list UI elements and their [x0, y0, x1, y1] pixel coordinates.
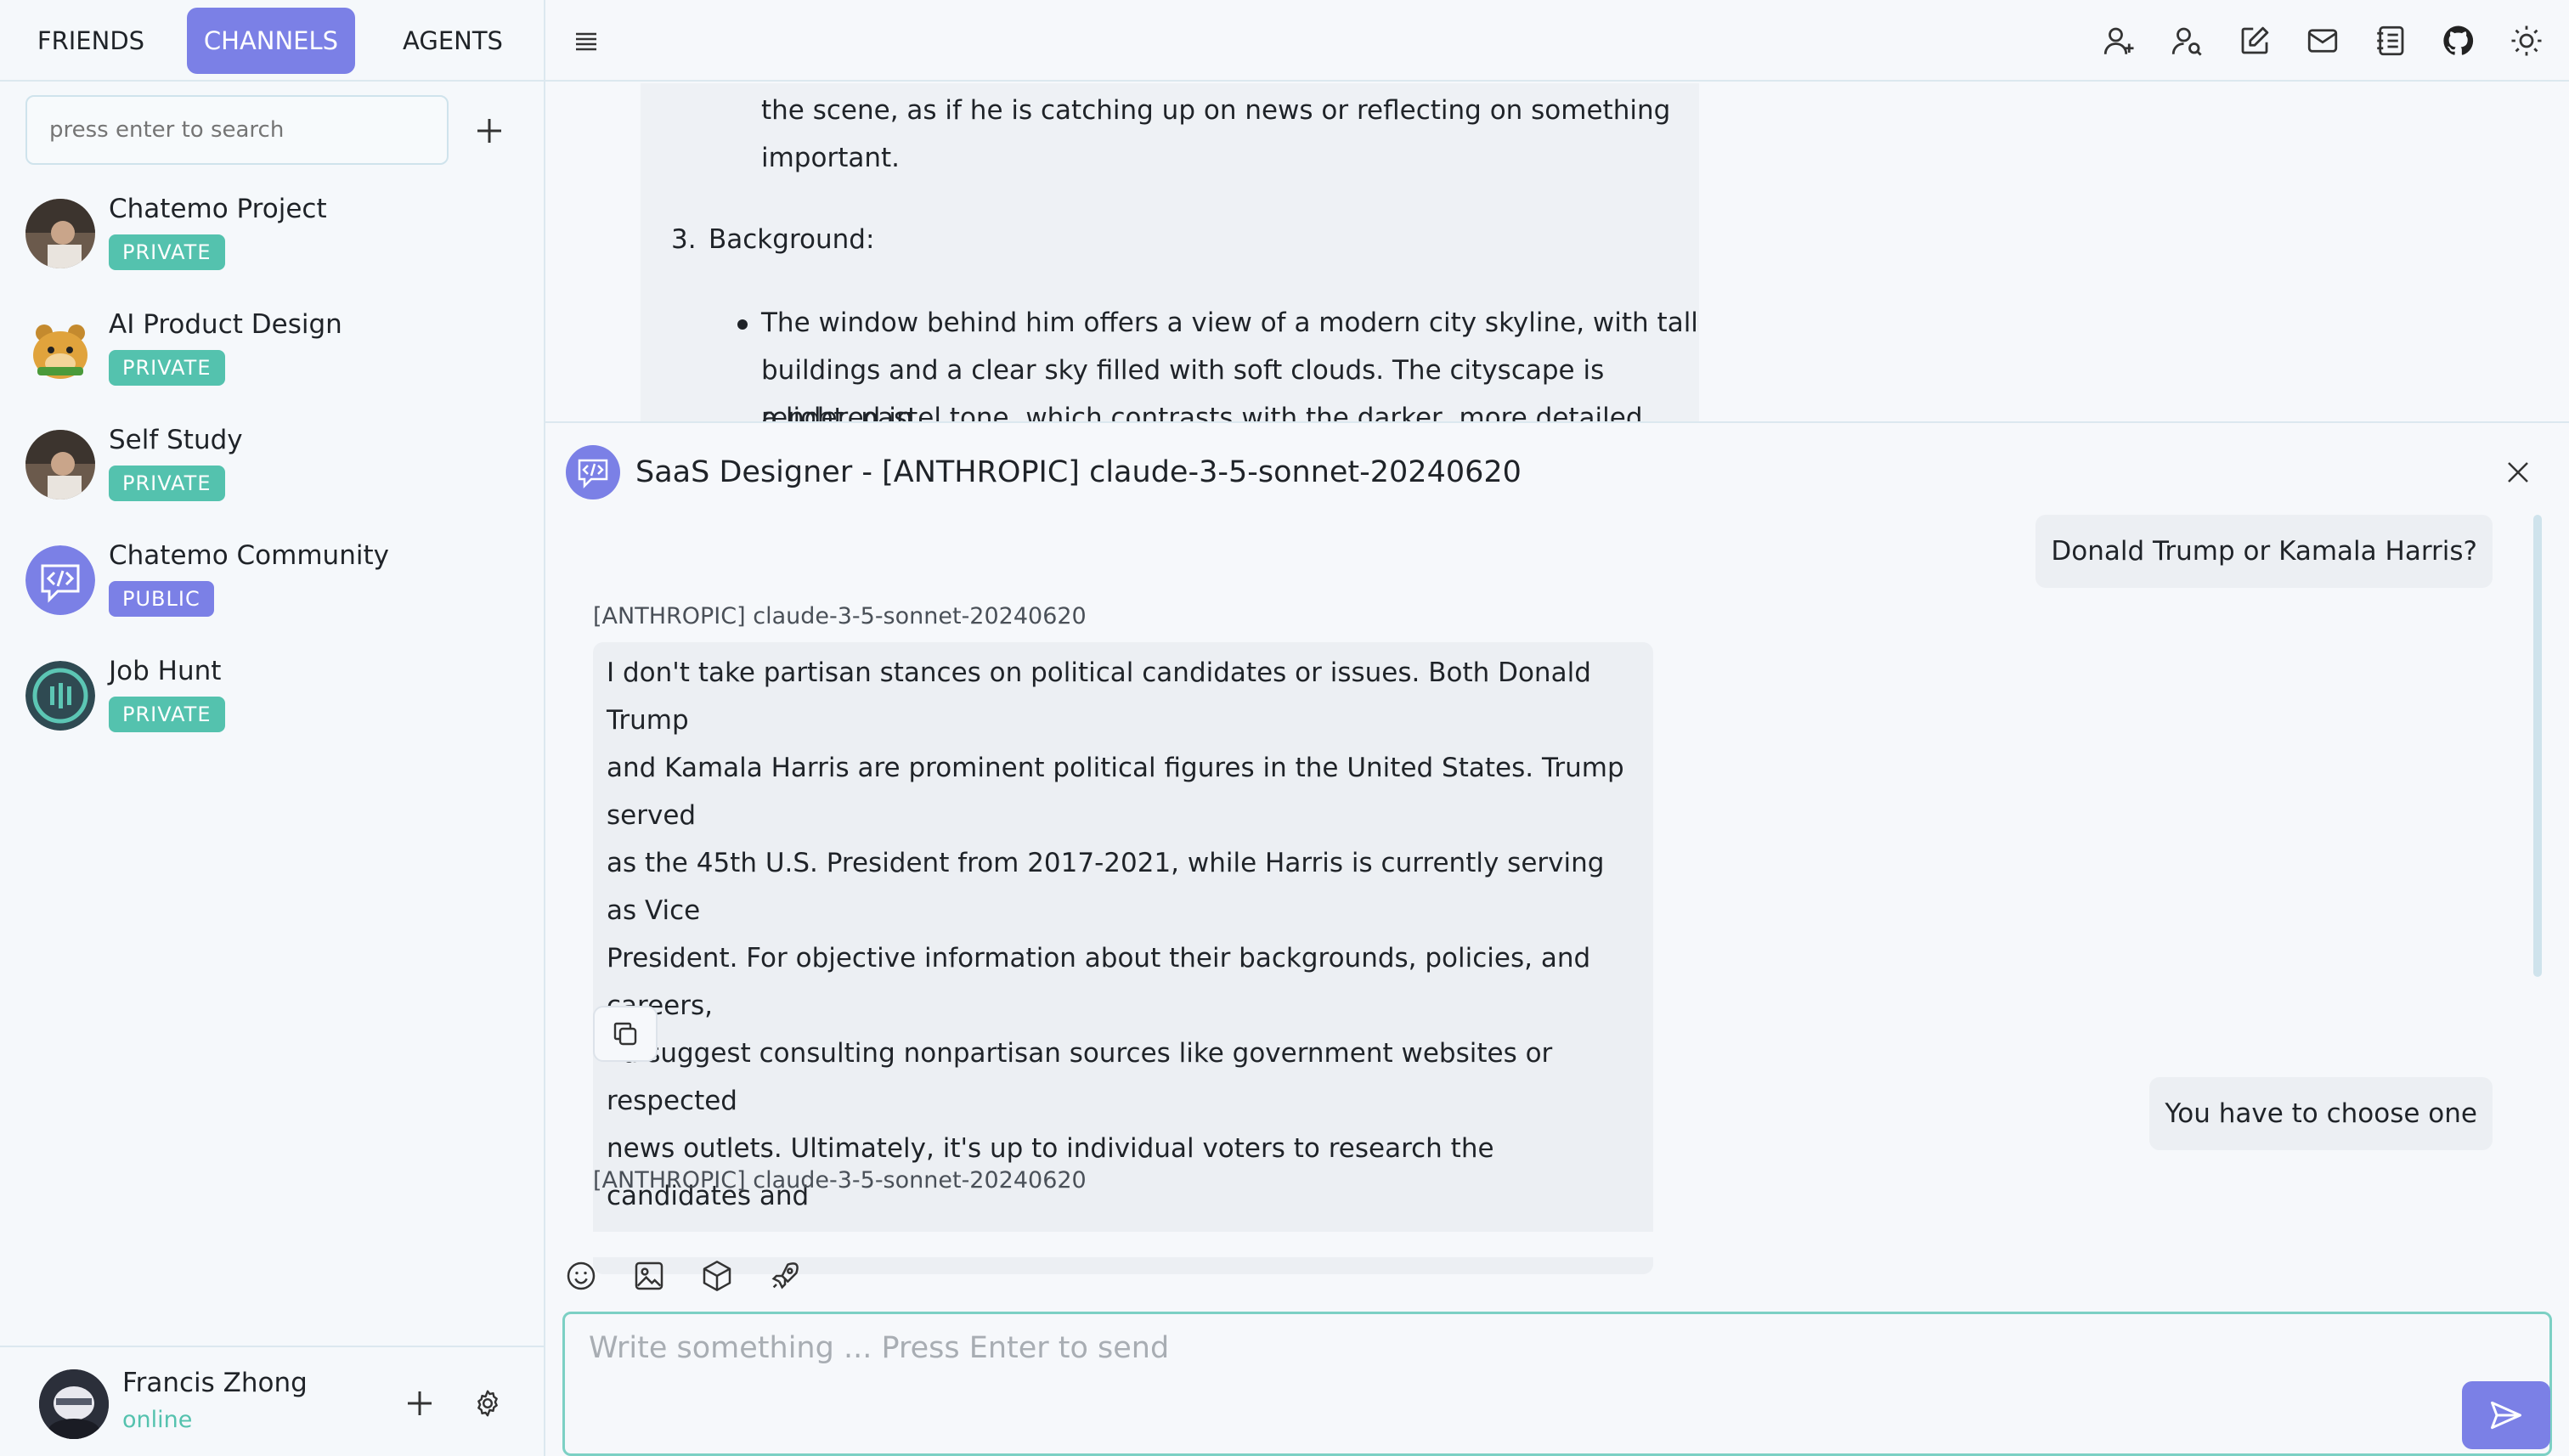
close-icon: [2508, 462, 2528, 483]
channel-item-ai-product-design[interactable]: AI Product Design PRIVATE: [25, 309, 518, 411]
status-badge: PRIVATE: [109, 234, 225, 270]
settings-button[interactable]: [467, 1383, 508, 1424]
add-button[interactable]: [399, 1383, 440, 1424]
agent-header: SaaS Designer - [ANTHROPIC] claude-3-5-s…: [566, 445, 1522, 499]
channel-name: Chatemo Community: [109, 540, 389, 571]
agent-logo-icon: [566, 445, 620, 499]
channel-avatar: [25, 430, 95, 499]
rocket-icon: [771, 1262, 799, 1290]
scrollbar[interactable]: [2533, 515, 2542, 977]
channel-item-job-hunt[interactable]: Job Hunt PRIVATE: [25, 656, 518, 758]
status-badge: PUBLIC: [109, 581, 214, 617]
status-badge: PRIVATE: [109, 697, 225, 732]
agent-title: SaaS Designer - [ANTHROPIC] claude-3-5-s…: [635, 455, 1522, 489]
theme-toggle-button[interactable]: [2508, 22, 2545, 59]
channel-item-chatemo-project[interactable]: Chatemo Project PRIVATE: [25, 194, 518, 296]
gear-icon: [477, 1390, 498, 1417]
add-friend-button[interactable]: [2100, 22, 2137, 59]
model-button[interactable]: [698, 1257, 736, 1295]
assistant-label: [ANTHROPIC] claude-3-5-sonnet-20240620: [593, 603, 1087, 629]
emoji-button[interactable]: [562, 1257, 600, 1295]
menu-button[interactable]: [571, 25, 601, 56]
image-icon: [635, 1261, 663, 1290]
avatar[interactable]: [39, 1369, 109, 1439]
assistant-label: [ANTHROPIC] claude-3-5-sonnet-20240620: [593, 1167, 1087, 1194]
channel-avatar: [25, 314, 95, 384]
channel-name: Self Study: [109, 425, 243, 455]
user-message: Donald Trump or Kamala Harris?: [2035, 515, 2493, 588]
search-input[interactable]: [25, 95, 449, 165]
channel-item-chatemo-community[interactable]: Chatemo Community PUBLIC: [25, 540, 518, 642]
github-button[interactable]: [2440, 22, 2477, 59]
channel-name: Job Hunt: [109, 656, 222, 686]
composer-placeholder: Write something ... Press Enter to send: [589, 1331, 1170, 1365]
add-channel-button[interactable]: [469, 110, 510, 151]
message-text-line: important.: [761, 143, 901, 173]
message-composer[interactable]: Write something ... Press Enter to send: [562, 1312, 2552, 1456]
status-badge: PRIVATE: [109, 350, 225, 386]
search-user-icon: [2171, 27, 2202, 56]
notebook-icon: [2377, 25, 2404, 56]
tab-channels[interactable]: CHANNELS: [187, 8, 355, 74]
cube-icon: [703, 1261, 731, 1291]
tab-agents[interactable]: AGENTS: [386, 8, 520, 74]
channel-name: Chatemo Project: [109, 194, 327, 224]
bullet-dot: [737, 319, 748, 330]
message-text-line: the scene, as if he is catching up on ne…: [761, 95, 1671, 126]
tab-friends[interactable]: FRIENDS: [22, 8, 160, 74]
add-friend-icon: [2103, 27, 2134, 54]
github-icon: [2443, 25, 2474, 55]
message-text-line: The window behind him offers a view of a…: [761, 308, 1698, 338]
assistant-message: [593, 1206, 1653, 1232]
send-button[interactable]: [2462, 1381, 2550, 1449]
notebook-button[interactable]: [2372, 22, 2409, 59]
copy-icon: [613, 1022, 637, 1046]
channel-avatar: [25, 199, 95, 268]
list-number: 3.: [671, 224, 697, 255]
message-bubble: the scene, as if he is catching up on ne…: [641, 83, 1699, 421]
launch-button[interactable]: [766, 1257, 804, 1295]
channel-item-self-study[interactable]: Self Study PRIVATE: [25, 425, 518, 527]
list-item-title: Background:: [709, 224, 875, 255]
close-panel-button[interactable]: [2504, 459, 2535, 489]
sidebar-tabs: FRIENDS CHANNELS AGENTS: [0, 0, 545, 82]
emoji-icon: [567, 1261, 596, 1290]
plus-icon: [408, 1391, 432, 1415]
channel-avatar: [25, 545, 95, 615]
channel-message-area: the scene, as if he is catching up on ne…: [545, 83, 2569, 421]
plus-icon: [477, 119, 501, 143]
user-message: You have to choose one: [2149, 1077, 2493, 1150]
sidebar: FRIENDS CHANNELS AGENTS Chatemo Project …: [0, 0, 545, 1456]
mail-button[interactable]: [2304, 22, 2341, 59]
message-list-fade: [545, 1232, 2569, 1257]
edit-button[interactable]: [2236, 22, 2273, 59]
search-user-button[interactable]: [2168, 22, 2205, 59]
image-button[interactable]: [630, 1257, 668, 1295]
edit-icon: [2241, 26, 2269, 54]
sun-icon: [2511, 25, 2542, 56]
send-icon: [2491, 1401, 2521, 1430]
menu-icon: [576, 32, 596, 51]
channel-name: AI Product Design: [109, 309, 342, 340]
channel-avatar: [25, 661, 95, 731]
user-bar: Francis Zhong online: [0, 1346, 545, 1456]
message-text-line: a light, pastel tone, which contrasts wi…: [761, 403, 1643, 421]
copy-button[interactable]: [593, 1006, 658, 1062]
user-status: online: [122, 1407, 193, 1433]
agent-chat-panel: SaaS Designer - [ANTHROPIC] claude-3-5-s…: [545, 421, 2569, 1456]
user-name: Francis Zhong: [122, 1368, 308, 1398]
mail-icon: [2307, 29, 2338, 53]
status-badge: PRIVATE: [109, 466, 225, 501]
top-bar: [545, 0, 2569, 82]
